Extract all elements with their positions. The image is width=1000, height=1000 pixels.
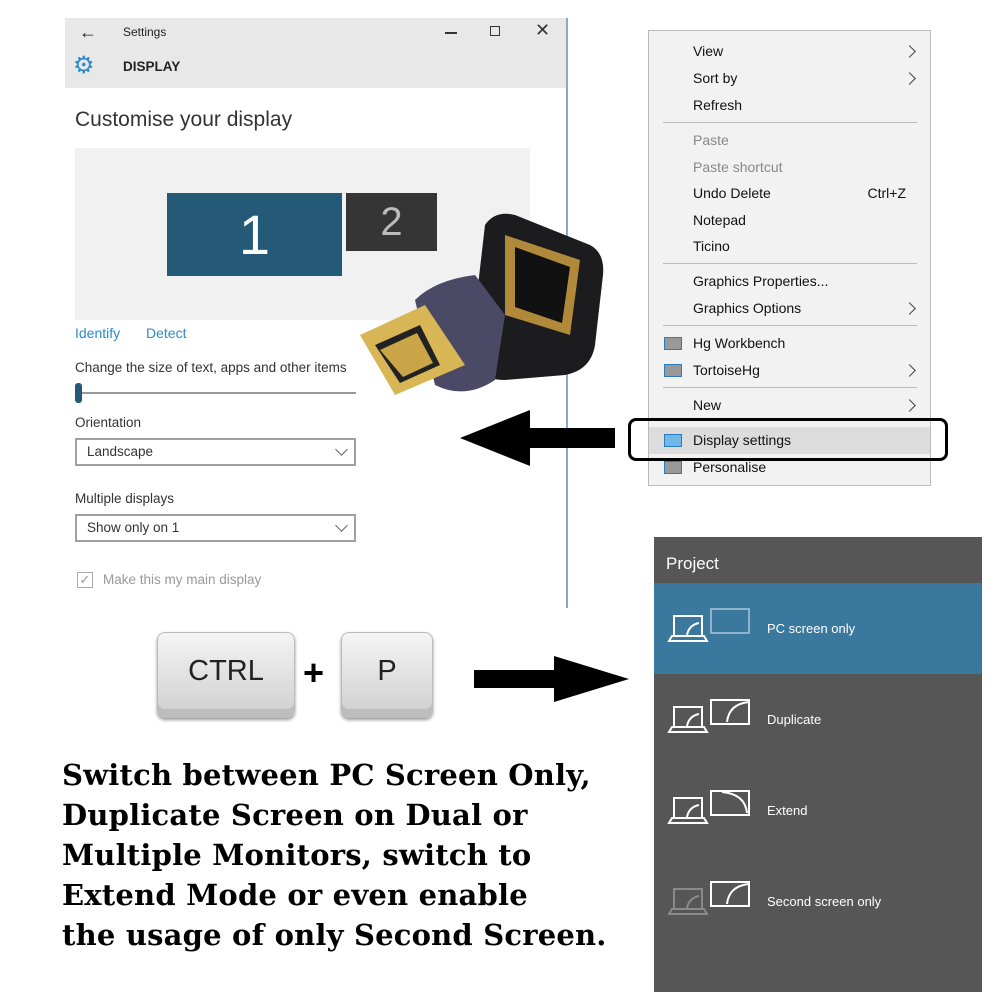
- main-display-label: Make this my main display: [103, 572, 262, 587]
- tortoisehg-icon: [664, 364, 682, 377]
- menu-item-tortoisehg[interactable]: TortoiseHg: [693, 362, 760, 378]
- chevron-right-icon: [903, 364, 916, 377]
- project-option-label: Duplicate: [767, 712, 822, 727]
- project-title: Project: [666, 554, 719, 573]
- caption-line: Duplicate Screen on Dual or: [62, 798, 528, 832]
- menu-separator: [663, 263, 917, 264]
- project-option-label: Extend: [767, 803, 808, 818]
- window-title: Settings: [123, 25, 167, 39]
- gear-icon: ⚙: [73, 52, 95, 79]
- close-button[interactable]: ✕: [535, 20, 550, 41]
- shortcut-label: Ctrl+Z: [867, 185, 907, 201]
- chevron-right-icon: [903, 45, 916, 58]
- detect-link[interactable]: Detect: [146, 325, 186, 341]
- menu-separator: [663, 122, 917, 123]
- plus-sign: +: [303, 652, 325, 693]
- caption-line: the usage of only Second Screen.: [62, 918, 607, 952]
- menu-item-view[interactable]: View: [693, 43, 723, 59]
- title-bar: ← Settings ✕ ⚙ DISPLAY: [65, 18, 566, 88]
- menu-item-refresh[interactable]: Refresh: [693, 97, 742, 113]
- monitor-1[interactable]: 1: [167, 193, 342, 276]
- back-arrow-icon[interactable]: ←: [79, 22, 97, 43]
- menu-item-undo-delete[interactable]: Undo Delete: [693, 185, 771, 201]
- ctrl-key: CTRL: [157, 632, 295, 718]
- orientation-value: Landscape: [87, 444, 154, 459]
- menu-separator: [663, 387, 917, 388]
- slider-thumb[interactable]: [75, 383, 82, 403]
- extend-icon: [667, 790, 750, 824]
- multiple-displays-select[interactable]: Show only on 1: [75, 514, 356, 542]
- menu-item-hg-workbench[interactable]: Hg Workbench: [693, 335, 785, 351]
- project-option-label: Second screen only: [767, 894, 882, 909]
- duplicate-icon: [667, 699, 750, 733]
- menu-item-notepad[interactable]: Notepad: [693, 212, 746, 228]
- highlight-outline: [628, 418, 948, 461]
- scale-label: Change the size of text, apps and other …: [75, 360, 347, 375]
- caption-line: Extend Mode or even enable: [62, 878, 528, 912]
- minimize-button[interactable]: [445, 32, 457, 34]
- identify-link[interactable]: Identify: [75, 325, 120, 341]
- project-panel: Project PC screen only Duplicate Extend Sec…: [654, 537, 982, 992]
- chevron-down-icon: [335, 443, 348, 456]
- caption-line: Multiple Monitors, switch to: [62, 838, 532, 872]
- chevron-down-icon: [335, 519, 348, 532]
- project-option-label: PC screen only: [767, 621, 856, 636]
- second-screen-only-icon: [667, 881, 750, 915]
- caption-line: Switch between PC Screen Only,: [62, 758, 591, 792]
- menu-item-graphics-properties[interactable]: Graphics Properties...: [693, 273, 828, 289]
- hg-workbench-icon: [664, 337, 682, 350]
- personalise-icon: [664, 461, 682, 474]
- chevron-right-icon: [903, 302, 916, 315]
- menu-item-graphics-options[interactable]: Graphics Options: [693, 300, 801, 316]
- project-option-duplicate[interactable]: Duplicate: [654, 674, 982, 765]
- chevron-right-icon: [903, 72, 916, 85]
- project-option-pc-screen-only[interactable]: PC screen only: [654, 583, 982, 674]
- multiple-displays-value: Show only on 1: [87, 520, 180, 535]
- menu-item-sort-by[interactable]: Sort by: [693, 70, 737, 86]
- arrow-right-icon: [474, 656, 629, 702]
- menu-item-paste-shortcut[interactable]: Paste shortcut: [693, 159, 783, 175]
- scale-slider[interactable]: [75, 383, 356, 403]
- menu-item-paste[interactable]: Paste: [693, 132, 729, 148]
- menu-item-new[interactable]: New: [693, 397, 721, 413]
- maximize-button[interactable]: [490, 26, 500, 36]
- multiple-displays-label: Multiple displays: [75, 491, 175, 506]
- p-key: P: [341, 632, 433, 718]
- orientation-select[interactable]: Landscape: [75, 438, 356, 466]
- pc-screen-only-icon: [667, 608, 750, 642]
- caption-text: Switch between PC Screen Only, Duplicate…: [62, 755, 607, 955]
- section-title: DISPLAY: [123, 59, 181, 74]
- menu-item-personalise[interactable]: Personalise: [693, 459, 766, 475]
- project-option-second-screen-only[interactable]: Second screen only: [654, 856, 982, 947]
- main-display-checkbox[interactable]: ✓: [77, 572, 93, 588]
- arrow-left-icon: [460, 410, 615, 466]
- project-option-extend[interactable]: Extend: [654, 765, 982, 856]
- menu-separator: [663, 325, 917, 326]
- menu-item-ticino[interactable]: Ticino: [693, 238, 730, 254]
- page-title: Customise your display: [75, 108, 293, 131]
- chevron-right-icon: [903, 399, 916, 412]
- hdmi-adapter-image: [360, 213, 604, 395]
- orientation-label: Orientation: [75, 415, 142, 430]
